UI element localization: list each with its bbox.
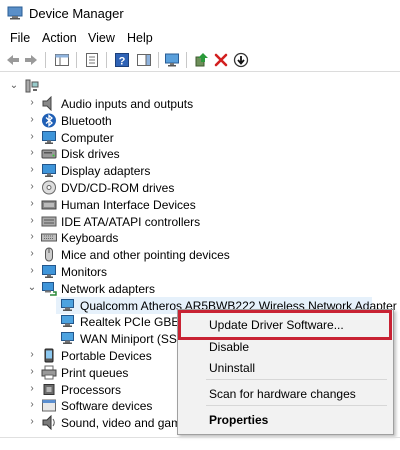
expand-chevron-icon[interactable]: ›	[27, 131, 37, 143]
window-title: Device Manager	[29, 6, 124, 21]
expand-chevron-icon[interactable]: ›	[27, 147, 37, 159]
menu-view[interactable]: View	[88, 31, 115, 45]
expand-chevron-icon[interactable]: ›	[27, 97, 37, 109]
enable-device-down-arrow-icon[interactable]	[233, 52, 249, 68]
tree-item-disk-drives[interactable]: › Disk drives	[0, 145, 400, 162]
menu-help[interactable]: Help	[127, 31, 153, 45]
show-hide-console-tree-icon[interactable]	[54, 52, 70, 68]
menu-action[interactable]: Action	[42, 31, 77, 45]
menu-disable[interactable]: Disable	[209, 340, 249, 354]
wan-miniport-sstp-icon	[60, 331, 76, 346]
expand-chevron-icon[interactable]: ›	[27, 215, 37, 227]
tree-item-network-adapters[interactable]: ⌄ Network adapters	[0, 280, 400, 297]
tree-item-label: Audio inputs and outputs	[61, 97, 194, 111]
device-manager-app-icon	[7, 6, 23, 20]
tree-item-display-adapters[interactable]: › Display adapters	[0, 162, 400, 179]
expand-chevron-icon[interactable]: ›	[27, 231, 37, 243]
status-divider	[0, 437, 400, 438]
back-arrow-icon[interactable]	[5, 52, 21, 68]
tree-item-label: Network adapters	[61, 281, 156, 296]
expand-chevron-icon[interactable]: ›	[27, 198, 37, 210]
toolbar: ?	[0, 49, 400, 72]
monitors-icon	[41, 264, 57, 279]
network-adapters-icon	[41, 281, 57, 296]
expand-chevron-icon[interactable]: ›	[27, 383, 37, 395]
tree-item-label: WAN Miniport (SSTP	[80, 332, 193, 347]
tree-item-monitors[interactable]: › Monitors	[0, 263, 400, 280]
expand-chevron-icon[interactable]: ›	[27, 248, 37, 260]
tree-item-label: Disk drives	[61, 147, 120, 162]
properties-sheet-icon[interactable]	[84, 52, 100, 68]
tree-item-label: Human Interface Devices	[61, 197, 196, 212]
audio-inputs-outputs-icon	[41, 96, 57, 111]
realtek-pcie-gbe-icon	[60, 314, 76, 329]
display-adapters-icon	[41, 163, 57, 178]
tree-item-audio-inputs-outputs[interactable]: › Audio inputs and outputs	[0, 95, 400, 112]
sound-video-game-controllers-icon	[41, 415, 57, 431]
human-interface-devices-icon	[41, 197, 57, 212]
expand-chevron-icon[interactable]: ›	[27, 164, 37, 176]
tree-item-label: Computer	[61, 130, 114, 145]
keyboards-icon	[41, 230, 57, 245]
computer-icon	[41, 130, 57, 145]
menu-properties[interactable]: Properties	[209, 413, 268, 427]
tree-item-label: Sound, video and game	[61, 416, 188, 431]
processors-icon	[41, 382, 57, 397]
expand-chevron-icon[interactable]: ›	[27, 366, 37, 378]
svg-text:?: ?	[119, 56, 126, 68]
tree-item-human-interface-devices[interactable]: › Human Interface Devices	[0, 196, 400, 213]
tree-item-label: Print queues	[61, 365, 129, 380]
menu-uninstall[interactable]: Uninstall	[209, 361, 255, 375]
expand-chevron-icon[interactable]: ›	[27, 349, 37, 361]
tree-item-label: Software devices	[61, 399, 153, 414]
menu-bar: File Action View Help	[0, 28, 400, 48]
highlight-box	[178, 310, 392, 340]
expand-chevron-icon[interactable]: ›	[27, 399, 37, 411]
tree-item-ide-ata-atapi-controllers[interactable]: › IDE ATA/ATAPI controllers	[0, 213, 400, 230]
tree-item-label: Portable Devices	[61, 349, 152, 363]
tree-item-keyboards[interactable]: › Keyboards	[0, 229, 400, 246]
expand-chevron-icon[interactable]: ›	[27, 265, 37, 277]
tree-item-label: Display adapters	[61, 164, 151, 179]
bluetooth-icon	[41, 113, 57, 128]
dvd-cdrom-drives-icon	[41, 180, 57, 195]
disk-drives-icon	[41, 146, 57, 161]
tree-item-computer[interactable]: › Computer	[0, 129, 400, 146]
tree-item-label: Processors	[61, 382, 122, 397]
forward-arrow-icon[interactable]	[23, 52, 39, 68]
uninstall-x-icon[interactable]	[213, 52, 229, 68]
tree-item-label: IDE ATA/ATAPI controllers	[61, 214, 201, 229]
expand-chevron-icon[interactable]: ›	[27, 114, 37, 126]
expand-chevron-icon[interactable]: ›	[27, 181, 37, 193]
tree-item-label: Bluetooth	[61, 113, 112, 128]
software-devices-icon	[41, 398, 57, 413]
update-driver-icon[interactable]	[193, 52, 209, 68]
scan-hardware-monitor-icon[interactable]	[164, 52, 180, 68]
tree-item-label: Keyboards	[61, 231, 119, 246]
portable-devices-icon	[41, 348, 57, 363]
menu-scan-hardware-changes[interactable]: Scan for hardware changes	[209, 387, 356, 401]
tree-item-label: Monitors	[61, 265, 108, 279]
print-queues-icon	[41, 365, 57, 380]
ide-ata-atapi-controllers-icon	[41, 214, 57, 229]
mice-pointing-devices-icon	[41, 247, 57, 262]
menu-file[interactable]: File	[10, 31, 30, 45]
tree-item-dvd-cdrom-drives[interactable]: › DVD/CD-ROM drives	[0, 179, 400, 196]
tree-item-label: Mice and other pointing devices	[61, 248, 230, 263]
title-bar: Device Manager	[0, 0, 400, 26]
action-pane-icon[interactable]	[136, 52, 152, 68]
help-icon[interactable]: ?	[114, 52, 130, 68]
collapse-chevron-icon[interactable]: ⌄	[27, 282, 37, 294]
qualcomm-wireless-adapter-icon	[60, 298, 76, 313]
tree-item-label: DVD/CD-ROM drives	[61, 181, 175, 195]
tree-item-bluetooth[interactable]: › Bluetooth	[0, 112, 400, 129]
expand-chevron-icon[interactable]: ›	[27, 416, 37, 428]
tree-item-mice-pointing-devices[interactable]: › Mice and other pointing devices	[0, 246, 400, 263]
